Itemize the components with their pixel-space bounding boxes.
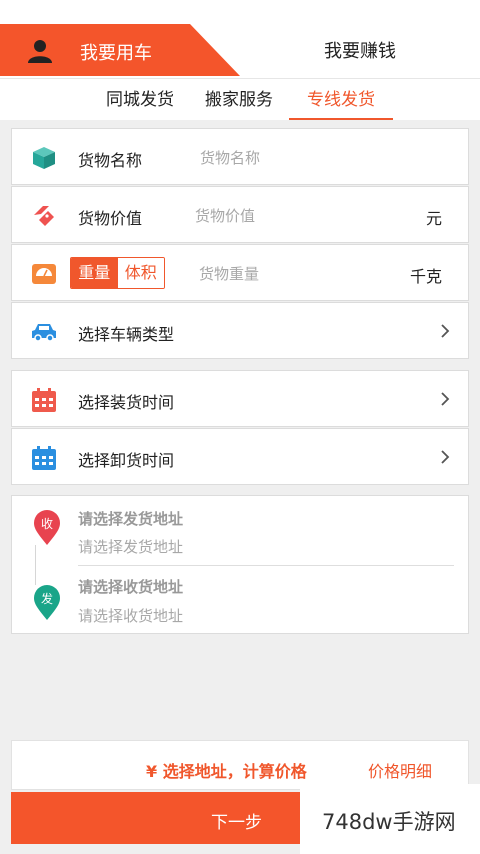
goods-value-input[interactable]: 货物价值 xyxy=(195,205,255,226)
pickup-pin-text: 收 xyxy=(40,517,53,531)
vehicle-type-row[interactable]: 选择车辆类型 xyxy=(11,302,469,359)
goods-weight-input[interactable]: 货物重量 xyxy=(199,263,259,284)
mode-tab-earn-money[interactable]: 我要赚钱 xyxy=(240,24,480,76)
tab-moving-service[interactable]: 搬家服务 xyxy=(201,79,277,121)
goods-name-input[interactable]: 货物名称 xyxy=(200,147,260,168)
delivery-pin-text: 发 xyxy=(40,592,53,606)
volume-option[interactable]: 体积 xyxy=(117,258,164,288)
watermark-text: 748dw手游网 xyxy=(322,810,456,834)
price-tip-text: 选择地址，计算价格 xyxy=(162,762,307,781)
price-bar: ¥ 选择地址，计算价格 价格明细 xyxy=(11,740,469,790)
chevron-right-icon xyxy=(441,450,450,464)
goods-weight-row[interactable]: 重量 体积 货物重量 千克 xyxy=(11,244,469,301)
currency-symbol: ¥ xyxy=(146,762,158,781)
mode-tab-use-car-label: 我要用车 xyxy=(80,43,152,64)
location-pin-icon: 收 xyxy=(33,510,61,546)
tab-line-delivery[interactable]: 专线发货 xyxy=(289,79,393,121)
price-tag-icon xyxy=(34,206,54,226)
route-connector-line xyxy=(35,545,36,585)
box-icon xyxy=(33,147,55,169)
goods-weight-unit: 千克 xyxy=(409,267,442,286)
pickup-address-title[interactable]: 请选择发货地址 xyxy=(78,508,183,529)
next-step-button[interactable]: 下一步 xyxy=(11,792,300,844)
calendar-icon xyxy=(32,388,56,412)
address-card: 收 请选择发货地址 请选择发货地址 发 请选择收货地址 请选择收货地址 xyxy=(11,495,469,634)
load-time-row[interactable]: 选择装货时间 xyxy=(11,370,469,427)
chevron-right-icon xyxy=(441,324,450,338)
address-divider xyxy=(78,565,454,566)
delivery-address-title[interactable]: 请选择收货地址 xyxy=(78,576,183,597)
watermark: 748dw手游网 xyxy=(300,784,480,854)
goods-name-row[interactable]: 货物名称 货物名称 xyxy=(11,128,469,185)
delivery-address-input[interactable]: 请选择收货地址 xyxy=(78,605,183,626)
vehicle-type-label: 选择车辆类型 xyxy=(78,325,175,344)
scale-icon xyxy=(32,264,56,284)
calendar-icon xyxy=(32,446,56,470)
goods-value-unit: 元 xyxy=(425,209,442,228)
next-step-label: 下一步 xyxy=(211,813,262,832)
user-icon xyxy=(28,40,52,63)
price-tip: ¥ 选择地址，计算价格 xyxy=(146,758,307,782)
mode-bar: 我要用车 我要赚钱 xyxy=(0,0,480,78)
car-icon xyxy=(32,324,56,342)
price-detail-link[interactable]: 价格明细 xyxy=(368,758,432,782)
weight-volume-toggle[interactable]: 重量 体积 xyxy=(70,257,165,289)
unload-time-row[interactable]: 选择卸货时间 xyxy=(11,428,469,485)
tab-city-delivery[interactable]: 同城发货 xyxy=(102,79,178,121)
weight-option[interactable]: 重量 xyxy=(71,258,118,288)
service-tabs: 同城发货 搬家服务 专线发货 xyxy=(0,78,480,120)
unload-time-label: 选择卸货时间 xyxy=(78,451,175,470)
chevron-right-icon xyxy=(441,392,450,406)
load-time-label: 选择装货时间 xyxy=(78,393,175,412)
mode-tab-use-car[interactable]: 我要用车 xyxy=(0,24,240,76)
location-pin-icon: 发 xyxy=(33,585,61,621)
goods-value-row[interactable]: 货物价值 货物价值 元 xyxy=(11,186,469,243)
goods-name-label: 货物名称 xyxy=(78,151,143,170)
pickup-address-input[interactable]: 请选择发货地址 xyxy=(78,536,183,557)
goods-value-label: 货物价值 xyxy=(78,209,143,228)
